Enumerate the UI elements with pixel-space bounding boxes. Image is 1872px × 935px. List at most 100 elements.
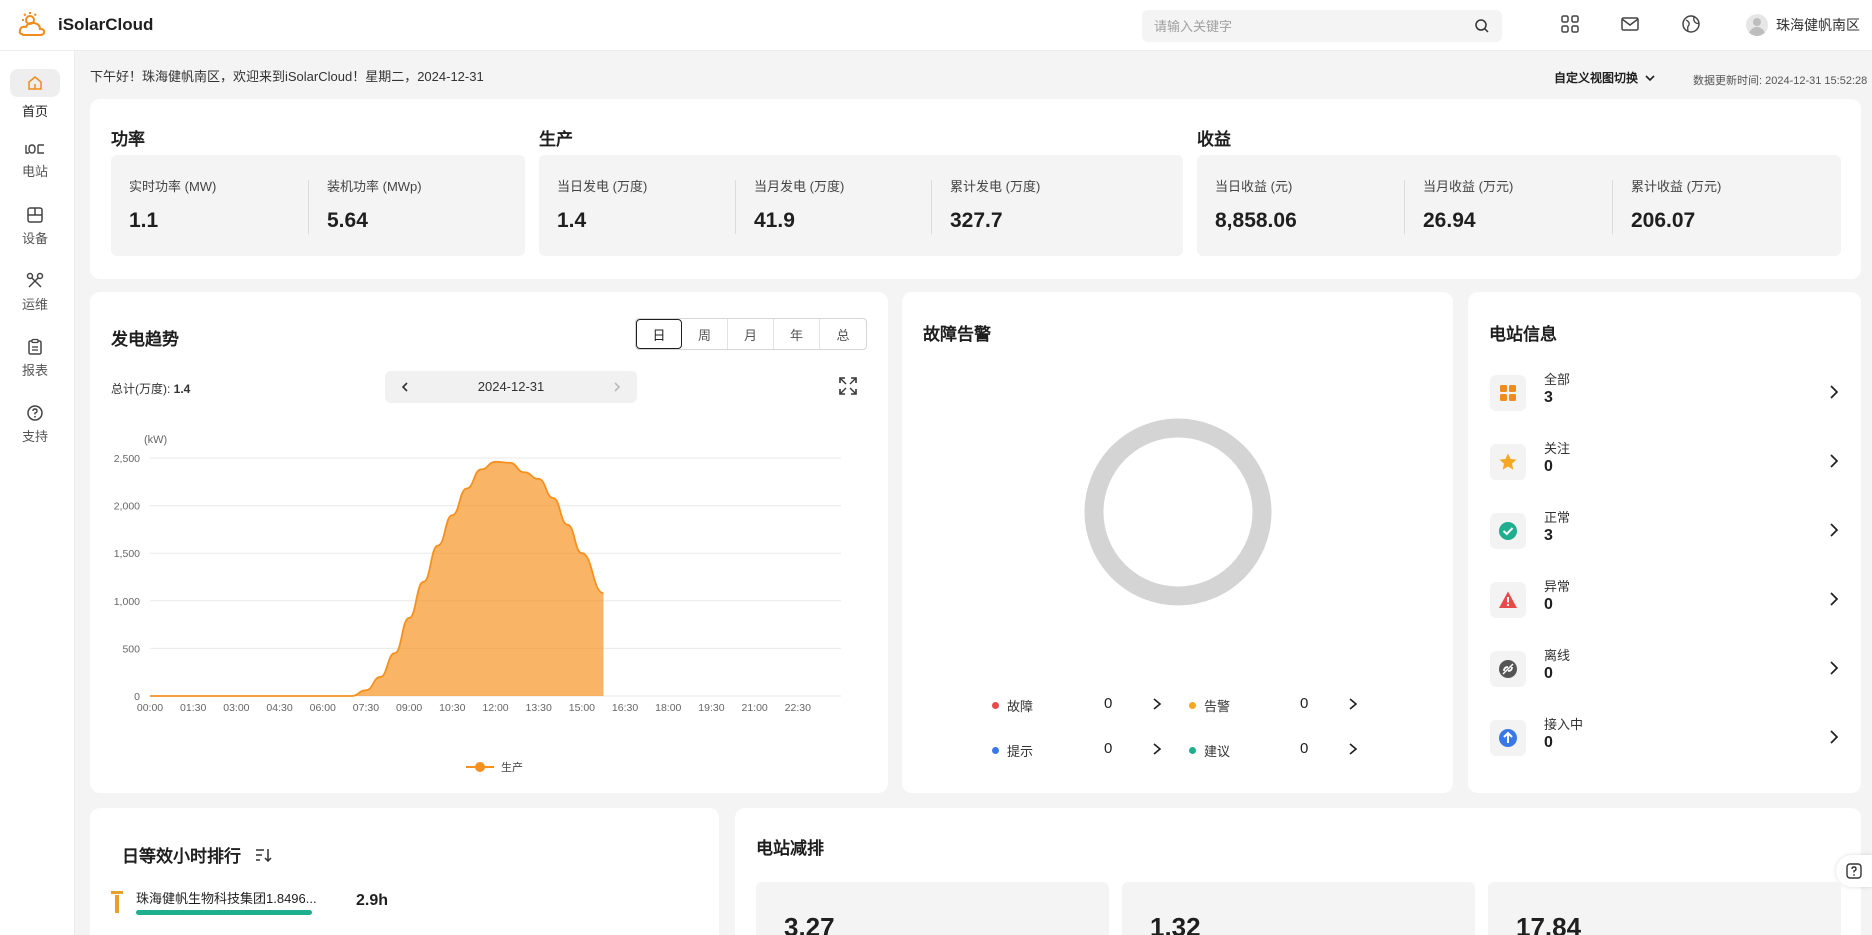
fault-ring-chart <box>1084 418 1272 606</box>
reduction-value: 17.84 <box>1516 912 1582 935</box>
logo[interactable]: iSolarCloud <box>18 12 153 38</box>
station-item-offline[interactable]: 离线 0 <box>1490 645 1840 695</box>
username: 珠海健帆南区 <box>1776 17 1860 33</box>
date-picker: 2024-12-31 <box>385 371 637 403</box>
fault-count: 0 <box>1104 695 1113 712</box>
reduction-value: 3.27 <box>784 912 835 935</box>
grid-icon <box>1500 385 1516 401</box>
stat-installed-power: 装机功率 (MWp) 5.64 <box>327 179 422 232</box>
app-name: iSolarCloud <box>58 15 154 34</box>
chevron-down-icon <box>1645 74 1655 81</box>
x-tick-label: 03:00 <box>223 702 249 714</box>
y-tick-label: 1,500 <box>114 548 140 560</box>
legend-marker <box>475 762 485 772</box>
notice-count: 0 <box>1104 740 1113 757</box>
fault-item-notice: 提示 <box>992 741 1033 760</box>
suggestion-label: 建议 <box>1204 744 1231 759</box>
station-item-all[interactable]: 全部 3 <box>1490 369 1840 419</box>
ranking-value: 2.9h <box>356 892 389 909</box>
stat-monthly-production: 当月发电 (万度) 41.9 <box>754 179 845 232</box>
station-item-followed[interactable]: 关注 0 <box>1490 438 1840 488</box>
station-item-abnormal[interactable]: 异常 0 <box>1490 576 1840 626</box>
chevron-right-icon <box>1830 661 1839 675</box>
tab-day[interactable]: 日 <box>636 319 682 349</box>
report-icon <box>28 338 42 355</box>
user-menu[interactable]: 珠海健帆南区 <box>1746 14 1860 36</box>
sidebar-item-label: 支持 <box>21 428 48 444</box>
stat-daily-revenue: 当日收益 (元) 8,858.06 <box>1215 179 1297 232</box>
fault-item-suggestion: 建议 <box>1189 741 1230 760</box>
production-title: 生产 <box>539 130 573 149</box>
help-icon <box>27 404 43 421</box>
chevron-right-icon[interactable] <box>611 381 623 393</box>
reduction-value: 1.32 <box>1150 912 1201 935</box>
trophy-icon <box>111 891 123 913</box>
fault-title: 故障告警 <box>923 325 991 344</box>
x-tick-label: 18:00 <box>655 702 681 714</box>
device-icon <box>27 206 43 223</box>
ranking-progress-bar <box>136 910 312 915</box>
chevron-right-icon[interactable] <box>1151 742 1163 756</box>
view-switch-label: 自定义视图切换 <box>1554 71 1639 85</box>
ranking-card <box>90 808 719 935</box>
plant-icon <box>25 143 44 154</box>
sidebar-item-support[interactable]: 支持 <box>10 395 60 453</box>
sidebar-item-report[interactable]: 报表 <box>10 329 60 387</box>
trend-title: 发电趋势 <box>111 330 179 349</box>
chevron-right-icon[interactable] <box>1151 697 1163 711</box>
chevron-right-icon[interactable] <box>1347 697 1359 711</box>
suggestion-count: 0 <box>1300 740 1309 757</box>
chevron-right-icon <box>1830 385 1839 399</box>
tab-year[interactable]: 年 <box>774 319 820 349</box>
y-tick-label: 2,000 <box>114 501 140 513</box>
chevron-right-icon[interactable] <box>1347 742 1359 756</box>
alarm-label: 告警 <box>1204 699 1231 714</box>
x-tick-label: 10:30 <box>439 702 465 714</box>
fault-item-alarm: 告警 <box>1189 696 1230 715</box>
x-tick-label: 09:00 <box>396 702 422 714</box>
fault-ring <box>1084 418 1272 606</box>
sort-icon[interactable] <box>255 848 273 862</box>
sidebar-item-maintenance[interactable]: 运维 <box>10 263 60 321</box>
station-item-normal[interactable]: 正常 3 <box>1490 507 1840 557</box>
tab-month[interactable]: 月 <box>728 319 774 349</box>
tab-week[interactable]: 周 <box>682 319 728 349</box>
search-input[interactable] <box>1142 10 1462 42</box>
trend-total-label: 总计(万度): <box>111 382 171 396</box>
y-tick-label: 500 <box>122 643 140 655</box>
x-tick-label: 15:00 <box>569 702 595 714</box>
sidebar-item-label: 运维 <box>21 296 48 312</box>
view-switch-dropdown[interactable]: 自定义视图切换 <box>1554 69 1656 86</box>
sidebar-item-label: 首页 <box>21 103 48 119</box>
station-item-connecting[interactable]: 接入中 0 <box>1490 714 1840 764</box>
star-icon <box>1499 453 1517 470</box>
sidebar-item-home[interactable]: 首页 <box>10 65 60 123</box>
notice-label: 提示 <box>1007 744 1034 759</box>
help-float-button[interactable] <box>1836 855 1872 887</box>
trend-total-value: 1.4 <box>173 382 191 396</box>
station-info-title: 电站信息 <box>1489 325 1557 344</box>
apps-icon[interactable] <box>1560 14 1580 34</box>
data-update-time: 数据更新时间: 2024-12-31 15:52:28 <box>1693 75 1868 87</box>
alarm-count: 0 <box>1300 695 1309 712</box>
date-value[interactable]: 2024-12-31 <box>385 379 637 394</box>
tab-total[interactable]: 总 <box>820 319 866 349</box>
stat-total-revenue: 累计收益 (万元) 206.07 <box>1631 179 1722 232</box>
power-title: 功率 <box>111 130 145 149</box>
chevron-right-icon <box>1830 592 1839 606</box>
series-area-production <box>150 461 604 696</box>
reduction-box: 3.27 <box>756 882 1109 935</box>
sun-cloud-logo-icon <box>18 12 46 36</box>
globe-icon[interactable] <box>1681 14 1701 34</box>
sidebar: 首页 电站 设备 运维 报表 支持 <box>0 51 75 935</box>
offline-icon <box>1499 660 1517 678</box>
search-icon[interactable] <box>1474 18 1490 34</box>
trend-total: 总计(万度): 1.4 <box>111 380 190 397</box>
period-tabs: 日 周 月 年 总 <box>635 318 867 350</box>
sidebar-item-device[interactable]: 设备 <box>10 197 60 255</box>
x-tick-label: 13:30 <box>526 702 552 714</box>
legend-label: 生产 <box>501 760 523 774</box>
mail-icon[interactable] <box>1620 14 1640 34</box>
fullscreen-icon[interactable] <box>838 376 858 396</box>
sidebar-item-plant[interactable]: 电站 <box>10 131 60 189</box>
